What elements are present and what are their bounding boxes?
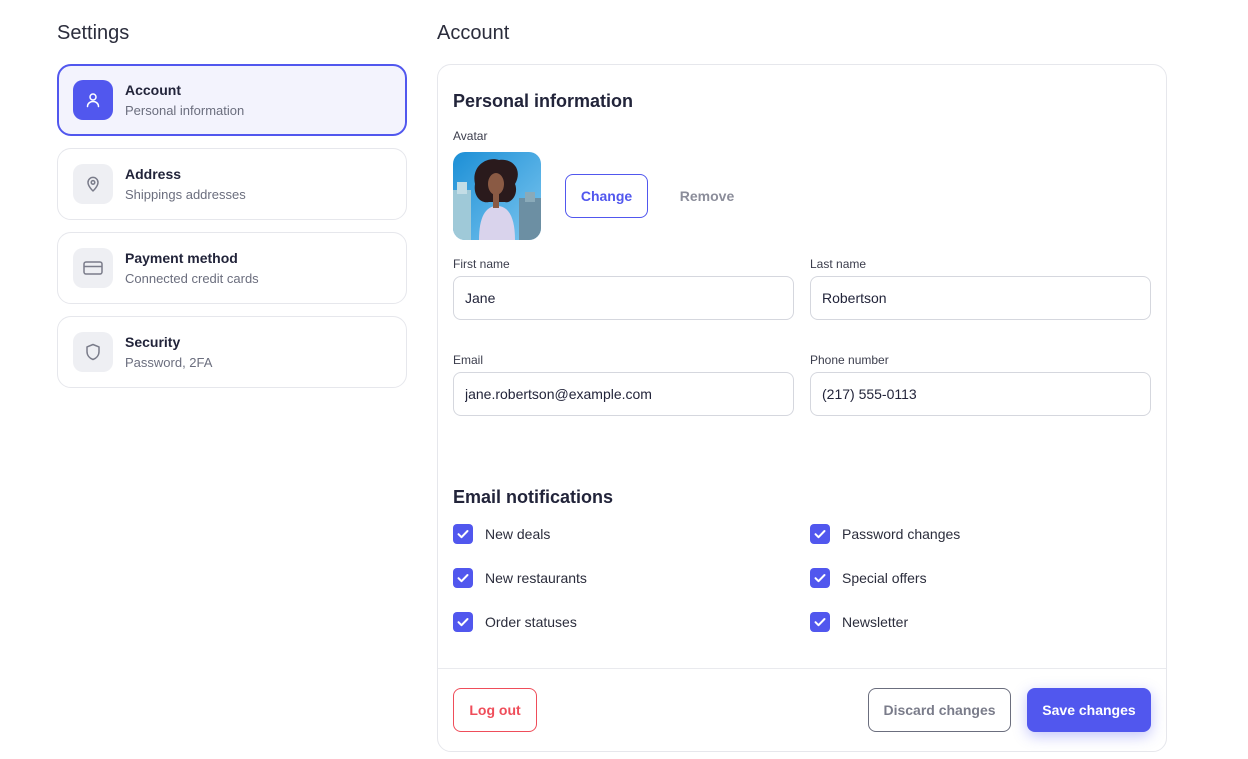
checkbox-label: New deals — [485, 526, 551, 542]
notify-special-offers[interactable]: Special offers — [810, 568, 927, 588]
first-name-label: First name — [453, 257, 510, 271]
nav-item-subtitle: Personal information — [125, 102, 245, 118]
discard-changes-button[interactable]: Discard changes — [868, 688, 1011, 732]
settings-nav: Account Personal information Address Shi… — [57, 64, 407, 400]
nav-item-payment[interactable]: Payment method Connected credit cards — [57, 232, 407, 304]
checkbox-checked[interactable] — [453, 612, 473, 632]
nav-item-address[interactable]: Address Shippings addresses — [57, 148, 407, 220]
footer-divider — [438, 668, 1166, 669]
nav-item-title: Security — [125, 333, 181, 350]
checkbox-checked[interactable] — [453, 524, 473, 544]
settings-title: Settings — [57, 22, 130, 44]
phone-label: Phone number — [810, 353, 889, 367]
checkbox-checked[interactable] — [810, 524, 830, 544]
nav-item-security[interactable]: Security Password, 2FA — [57, 316, 407, 388]
user-icon — [73, 80, 113, 120]
notify-new-deals[interactable]: New deals — [453, 524, 550, 544]
notify-newsletter[interactable]: Newsletter — [810, 612, 908, 632]
checkbox-label: Order statuses — [485, 614, 577, 630]
avatar — [453, 152, 541, 240]
checkbox-checked[interactable] — [810, 612, 830, 632]
nav-item-title: Account — [125, 81, 181, 98]
remove-avatar-button[interactable]: Remove — [669, 174, 745, 218]
page-title: Account — [437, 22, 510, 44]
logout-button[interactable]: Log out — [453, 688, 537, 732]
checkbox-checked[interactable] — [453, 568, 473, 588]
nav-item-subtitle: Shippings addresses — [125, 186, 246, 202]
last-name-field[interactable] — [810, 276, 1151, 320]
checkbox-label: Password changes — [842, 526, 961, 542]
checkbox-label: Newsletter — [842, 614, 909, 630]
nav-item-subtitle: Connected credit cards — [125, 270, 259, 286]
change-avatar-button[interactable]: Change — [565, 174, 648, 218]
nav-item-title: Address — [125, 165, 182, 182]
checkbox-label: Special offers — [842, 570, 927, 586]
avatar-label: Avatar — [453, 129, 488, 143]
notify-password-changes[interactable]: Password changes — [810, 524, 960, 544]
notify-order-statuses[interactable]: Order statuses — [453, 612, 577, 632]
first-name-field[interactable] — [453, 276, 794, 320]
email-field[interactable] — [453, 372, 794, 416]
email-label: Email — [453, 353, 484, 367]
map-pin-icon — [73, 164, 113, 204]
nav-item-subtitle: Password, 2FA — [125, 354, 213, 370]
nav-item-account[interactable]: Account Personal information — [57, 64, 407, 136]
phone-field[interactable] — [810, 372, 1151, 416]
nav-item-title: Payment method — [125, 249, 238, 266]
credit-card-icon — [73, 248, 113, 288]
notify-new-restaurants[interactable]: New restaurants — [453, 568, 587, 588]
save-changes-button[interactable]: Save changes — [1027, 688, 1151, 732]
checkbox-checked[interactable] — [810, 568, 830, 588]
shield-icon — [73, 332, 113, 372]
personal-info-title: Personal information — [453, 91, 634, 111]
email-notifications-title: Email notifications — [453, 487, 614, 507]
last-name-label: Last name — [810, 257, 867, 271]
account-panel: Personal information Avatar Change Remov… — [437, 64, 1167, 752]
checkbox-label: New restaurants — [485, 570, 587, 586]
